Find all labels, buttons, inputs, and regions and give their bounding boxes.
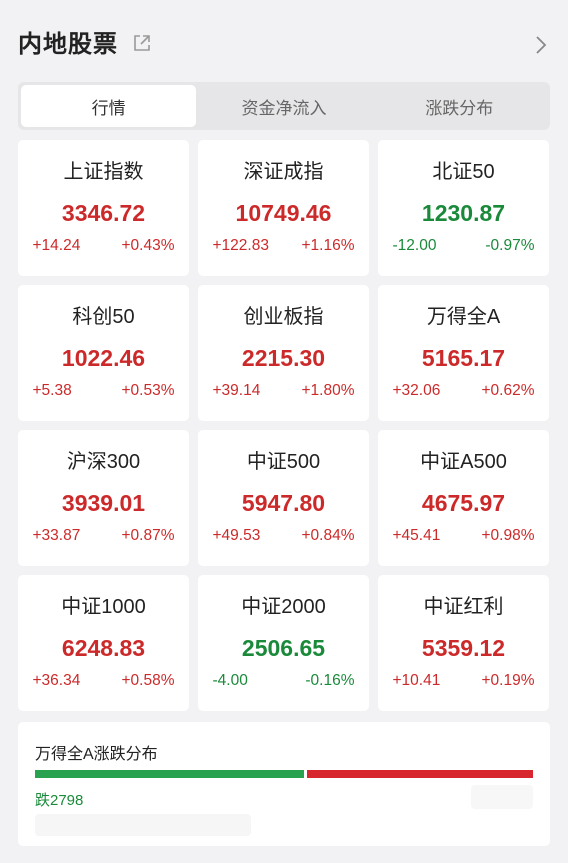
chevron-right-icon[interactable] [534, 34, 548, 56]
index-change: +33.87 [32, 527, 81, 544]
rise-bar-segment [306, 770, 533, 778]
distribution-bar [35, 770, 533, 778]
index-price: 1022.46 [61, 345, 146, 371]
index-change: +49.53 [212, 527, 261, 544]
index-name: 中证500 [246, 451, 321, 473]
index-card[interactable]: 中证A500 4675.97 +45.41 +0.98% [378, 430, 549, 566]
index-name: 北证50 [432, 161, 495, 183]
index-card[interactable]: 科创50 1022.46 +5.38 +0.53% [18, 285, 189, 421]
index-change: +45.41 [392, 527, 441, 544]
index-pct: -0.97% [485, 237, 535, 254]
index-price: 10749.46 [235, 200, 332, 226]
index-price: 6248.83 [61, 635, 146, 661]
index-name: 中证1000 [61, 596, 146, 618]
index-change: +32.06 [392, 382, 441, 399]
distribution-panel[interactable]: 万得全A涨跌分布 跌2798 [18, 722, 550, 846]
index-grid: 上证指数 3346.72 +14.24 +0.43% 深证成指 10749.46 +122… [18, 140, 550, 711]
index-change: +5.38 [32, 382, 72, 399]
index-pct: +0.53% [121, 382, 175, 399]
fall-bar-segment [35, 770, 304, 778]
index-name: 深证成指 [243, 161, 324, 183]
index-name: 沪深300 [66, 451, 141, 473]
index-card[interactable]: 中证2000 2506.65 -4.00 -0.16% [198, 575, 369, 711]
index-name: 中证2000 [241, 596, 326, 618]
external-link-icon[interactable] [132, 33, 152, 53]
index-pct: +0.58% [121, 672, 175, 689]
index-change: +36.34 [32, 672, 81, 689]
index-change: -12.00 [392, 237, 437, 254]
index-card[interactable]: 中证1000 6248.83 +36.34 +0.58% [18, 575, 189, 711]
index-name: 科创50 [72, 306, 135, 328]
index-name: 中证红利 [423, 596, 504, 618]
index-price: 5359.12 [421, 635, 506, 661]
section-header: 内地股票 [0, 0, 568, 82]
tab-bar: 行情 资金净流入 涨跌分布 [18, 82, 550, 130]
index-price: 5165.17 [421, 345, 506, 371]
tab-distribution[interactable]: 涨跌分布 [372, 85, 547, 127]
index-change: +39.14 [212, 382, 261, 399]
section-title: 内地股票 [18, 30, 118, 58]
index-pct: -0.16% [305, 672, 355, 689]
index-change: +10.41 [392, 672, 441, 689]
index-pct: +0.84% [301, 527, 355, 544]
blurred-placeholder [35, 814, 251, 836]
index-change: -4.00 [212, 672, 248, 689]
index-price: 2506.65 [241, 635, 326, 661]
index-pct: +1.16% [301, 237, 355, 254]
blurred-placeholder [471, 785, 533, 809]
index-card[interactable]: 深证成指 10749.46 +122.83 +1.16% [198, 140, 369, 276]
index-price: 5947.80 [241, 490, 326, 516]
index-price: 4675.97 [421, 490, 506, 516]
index-card[interactable]: 北证50 1230.87 -12.00 -0.97% [378, 140, 549, 276]
tab-quotes[interactable]: 行情 [21, 85, 197, 127]
index-card[interactable]: 中证500 5947.80 +49.53 +0.84% [198, 430, 369, 566]
index-name: 中证A500 [420, 451, 507, 473]
fall-count: 跌2798 [35, 792, 84, 809]
index-pct: +0.98% [481, 527, 535, 544]
index-card[interactable]: 沪深300 3939.01 +33.87 +0.87% [18, 430, 189, 566]
index-change: +14.24 [32, 237, 81, 254]
index-name: 万得全A [426, 306, 501, 328]
index-pct: +0.87% [121, 527, 175, 544]
index-price: 3939.01 [61, 490, 146, 516]
index-name: 上证指数 [63, 161, 144, 183]
index-pct: +0.19% [481, 672, 535, 689]
distribution-title: 万得全A涨跌分布 [35, 746, 158, 763]
index-price: 2215.30 [241, 345, 326, 371]
index-pct: +0.62% [481, 382, 535, 399]
index-pct: +1.80% [301, 382, 355, 399]
index-name: 创业板指 [243, 306, 324, 328]
index-card[interactable]: 创业板指 2215.30 +39.14 +1.80% [198, 285, 369, 421]
index-price: 3346.72 [61, 200, 146, 226]
index-card[interactable]: 上证指数 3346.72 +14.24 +0.43% [18, 140, 189, 276]
index-price: 1230.87 [421, 200, 506, 226]
index-pct: +0.43% [121, 237, 175, 254]
tab-net-inflow[interactable]: 资金净流入 [196, 85, 371, 127]
index-card[interactable]: 万得全A 5165.17 +32.06 +0.62% [378, 285, 549, 421]
index-change: +122.83 [212, 237, 269, 254]
index-card[interactable]: 中证红利 5359.12 +10.41 +0.19% [378, 575, 549, 711]
